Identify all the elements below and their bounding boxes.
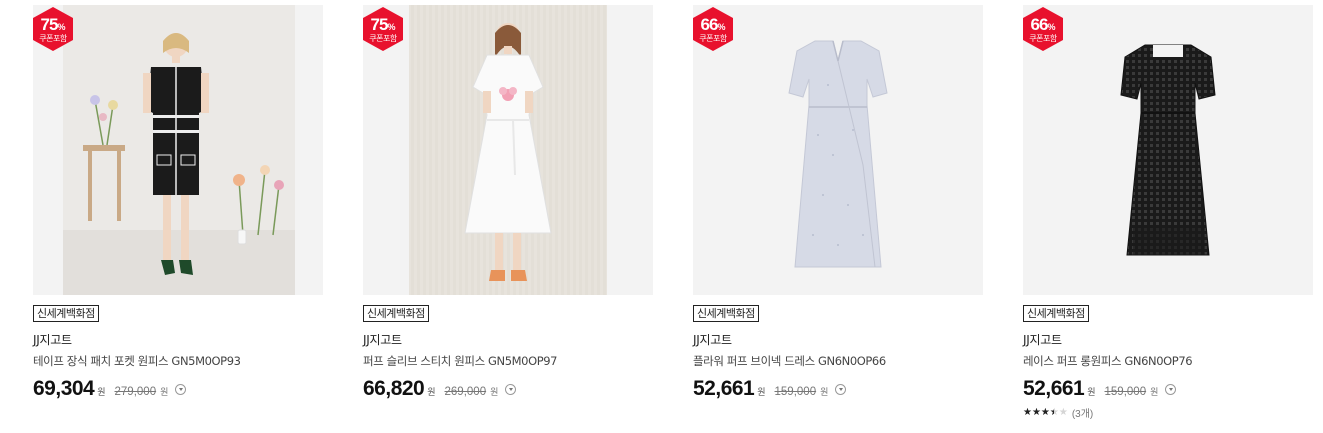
product-card[interactable]: 75% 쿠폰포함 신세계백화점 JJ지고트 퍼프 슬리브 스티치 원피스 GN5… xyxy=(363,5,653,420)
coupon-label: 쿠폰포함 xyxy=(369,34,397,43)
product-name[interactable]: 플라워 퍼프 브이넥 드레스 GN6N0OP66 xyxy=(693,353,983,369)
product-photo-floral-vneck-dress xyxy=(693,5,983,295)
discount-percent: 66% xyxy=(1030,15,1056,34)
brand-name[interactable]: JJ지고트 xyxy=(1023,331,1313,348)
price-row: 69,304 원 279,000 원 xyxy=(33,377,323,401)
price-detail-toggle-icon[interactable] xyxy=(1165,383,1177,395)
price-row: 66,820 원 269,000 원 xyxy=(363,377,653,401)
store-tag: 신세계백화점 xyxy=(363,305,429,322)
original-price-unit: 원 xyxy=(160,388,169,398)
star-rating-fill: ★★★★★ xyxy=(1023,407,1054,418)
product-card[interactable]: 75% 쿠폰포함 신세계백화점 JJ지고트 테이프 장식 패치 포켓 원피스 G… xyxy=(33,5,323,420)
original-price-unit: 원 xyxy=(1150,388,1159,398)
discount-badge: 75% 쿠폰포함 xyxy=(33,7,73,51)
sale-price: 69,304 xyxy=(33,377,95,400)
rating[interactable]: ★★★★★ ★★★★★ (3개) xyxy=(1023,405,1313,420)
store-tag: 신세계백화점 xyxy=(1023,305,1089,322)
product-image[interactable]: 66% 쿠폰포함 xyxy=(693,5,983,295)
discount-percent: 75% xyxy=(40,15,66,34)
product-card[interactable]: 66% 쿠폰포함 신세계백화점 JJ지고트 플라워 퍼프 브이넥 드레스 GN6… xyxy=(693,5,983,420)
product-grid: 75% 쿠폰포함 신세계백화점 JJ지고트 테이프 장식 패치 포켓 원피스 G… xyxy=(33,5,1313,420)
coupon-label: 쿠폰포함 xyxy=(699,34,727,43)
original-price: 159,000 xyxy=(1104,386,1147,398)
discount-percent: 66% xyxy=(700,15,726,34)
sale-price: 66,820 xyxy=(363,377,425,400)
product-image[interactable]: 66% 쿠폰포함 xyxy=(1023,5,1313,295)
price-unit: 원 xyxy=(1087,388,1096,398)
original-price: 269,000 xyxy=(444,386,487,398)
discount-badge: 75% 쿠폰포함 xyxy=(363,7,403,51)
discount-badge: 66% 쿠폰포함 xyxy=(693,7,733,51)
price-detail-toggle-icon[interactable] xyxy=(175,383,187,395)
price-unit: 원 xyxy=(757,388,766,398)
store-tag: 신세계백화점 xyxy=(33,305,99,322)
price-unit: 원 xyxy=(427,388,436,398)
price-row: 52,661 원 159,000 원 xyxy=(1023,377,1313,401)
brand-name[interactable]: JJ지고트 xyxy=(33,331,323,348)
original-price-unit: 원 xyxy=(820,388,829,398)
product-name[interactable]: 퍼프 슬리브 스티치 원피스 GN5M0OP97 xyxy=(363,353,653,369)
product-image[interactable]: 75% 쿠폰포함 xyxy=(33,5,323,295)
coupon-label: 쿠폰포함 xyxy=(39,34,67,43)
original-price-unit: 원 xyxy=(490,388,499,398)
price-unit: 원 xyxy=(97,388,106,398)
store-tag: 신세계백화점 xyxy=(693,305,759,322)
original-price: 279,000 xyxy=(114,386,157,398)
price-detail-toggle-icon[interactable] xyxy=(835,383,847,395)
product-photo-white-puff-dress xyxy=(363,5,653,295)
sale-price: 52,661 xyxy=(693,377,755,400)
product-photo-black-tweed-dress xyxy=(33,5,323,295)
brand-name[interactable]: JJ지고트 xyxy=(363,331,653,348)
original-price: 159,000 xyxy=(774,386,817,398)
brand-name[interactable]: JJ지고트 xyxy=(693,331,983,348)
sale-price: 52,661 xyxy=(1023,377,1085,400)
product-image[interactable]: 75% 쿠폰포함 xyxy=(363,5,653,295)
product-name[interactable]: 레이스 퍼프 롱원피스 GN6N0OP76 xyxy=(1023,353,1313,369)
product-card[interactable]: 66% 쿠폰포함 신세계백화점 JJ지고트 레이스 퍼프 롱원피스 GN6N0O… xyxy=(1023,5,1313,420)
coupon-label: 쿠폰포함 xyxy=(1029,34,1057,43)
discount-percent: 75% xyxy=(370,15,396,34)
discount-badge: 66% 쿠폰포함 xyxy=(1023,7,1063,51)
star-rating-icon: ★★★★★ ★★★★★ xyxy=(1023,406,1068,418)
product-photo-black-lace-dress xyxy=(1023,5,1313,295)
price-row: 52,661 원 159,000 원 xyxy=(693,377,983,401)
review-count: (3개) xyxy=(1071,409,1094,420)
product-name[interactable]: 테이프 장식 패치 포켓 원피스 GN5M0OP93 xyxy=(33,353,323,369)
price-detail-toggle-icon[interactable] xyxy=(505,383,517,395)
